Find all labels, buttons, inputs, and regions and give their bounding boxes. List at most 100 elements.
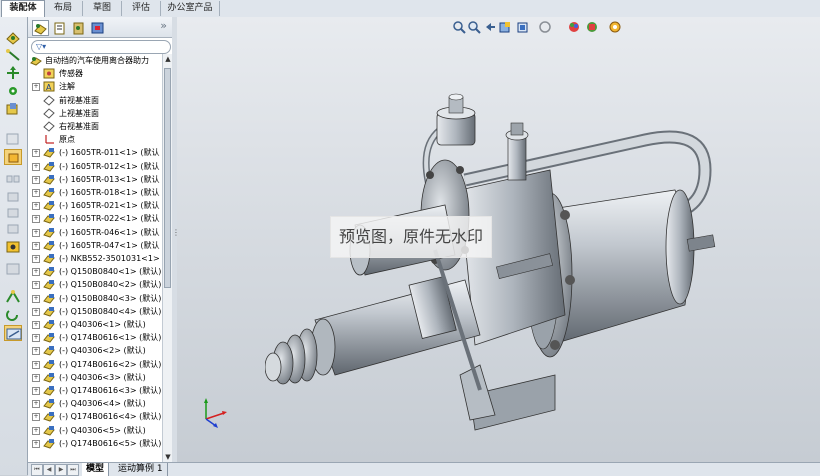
tree-root[interactable]: 自动挡的汽车使用离合器助力 [28,54,162,67]
last-tab-arrow-icon[interactable]: ⏭ [67,464,79,476]
tree-item[interactable]: + (-) NKB552-3501031<1> < [28,252,162,265]
tree-item[interactable]: + (-) 1605TR-012<1> (默认 [28,160,162,173]
move-component-icon[interactable] [4,65,22,81]
scroll-thumb[interactable] [164,68,171,288]
tab-office-products[interactable]: 办公室产品 [161,1,220,16]
rotate-component-icon[interactable] [4,307,22,323]
expand-toggle-icon[interactable]: + [32,189,40,197]
apply-scene-icon[interactable] [585,20,599,34]
tree-item[interactable]: + (-) Q174B0616<4> (默认) [28,410,162,423]
tree-item[interactable]: 传感器 [28,67,162,80]
expand-toggle-icon[interactable]: + [32,175,40,184]
first-tab-arrow-icon[interactable]: ⏮ [31,464,43,476]
tree-item[interactable]: 右视基准面 [28,120,162,133]
new-motion-study-icon[interactable] [4,239,22,255]
filter-input[interactable]: ▽▾ [31,40,171,54]
dimxpert-icon[interactable] [89,20,106,36]
hide-components-icon[interactable] [4,189,22,205]
expand-toggle-icon[interactable]: + [32,162,40,171]
tab-assembly[interactable]: 装配体 [1,0,45,18]
expand-toggle-icon[interactable]: + [32,255,40,263]
expand-toggle-icon[interactable]: + [32,360,40,369]
expand-toggle-icon[interactable]: + [32,387,40,395]
mate-icon[interactable] [4,47,22,63]
tab-sketch[interactable]: 草图 [83,1,122,16]
explode-view-icon[interactable] [4,149,22,165]
tree-item[interactable]: + (-) Q150B0840<3> (默认) [28,292,162,305]
tree-item[interactable]: 原点 [28,133,162,146]
expand-toggle-icon[interactable]: + [32,83,40,92]
tree-item[interactable]: 上视基准面 [28,107,162,120]
expand-toggle-icon[interactable]: + [32,400,40,409]
feature-manager-icon[interactable] [32,20,49,36]
expand-toggle-icon[interactable]: + [32,268,40,277]
property-manager-icon[interactable] [51,20,68,36]
expand-toggle-icon[interactable]: + [32,426,40,435]
previous-view-icon[interactable] [483,20,497,34]
tab-evaluate[interactable]: 评估 [122,1,161,16]
insert-components-icon[interactable] [4,29,22,45]
expand-toggle-icon[interactable]: + [32,202,40,211]
tree-item[interactable]: + (-) Q174B0616<2> (默认) [28,358,162,371]
tree-item[interactable]: + (-) Q40306<2> (默认) [28,344,162,357]
expand-toggle-icon[interactable]: + [32,241,40,250]
previous-tab-arrow-icon[interactable]: ◀ [43,464,55,476]
edit-appearance-icon[interactable] [567,20,581,34]
view-orientation-icon[interactable] [516,20,530,34]
reference-geometry-icon[interactable] [4,131,22,147]
tab-motion-study[interactable]: 运动算例 1 [114,463,168,476]
expand-toggle-icon[interactable]: + [32,321,40,329]
section-view-icon[interactable] [498,20,512,34]
graphics-area[interactable]: 预览图，原件无水印 [177,17,820,462]
instant3d-icon[interactable] [4,289,22,305]
zoom-to-area-icon[interactable] [467,20,481,34]
assembly-features-icon[interactable] [4,101,22,117]
tree-item[interactable]: + (-) 1605TR-021<1> (默认 [28,199,162,212]
tree-item[interactable]: + A 注解 [28,80,162,93]
tab-layout[interactable]: 布局 [44,1,83,16]
tree-item[interactable]: + (-) 1605TR-013<1> (默认 [28,173,162,186]
expand-toggle-icon[interactable]: + [32,294,40,303]
expand-toggle-icon[interactable]: + [32,215,40,224]
tree-item[interactable]: + (-) 1605TR-046<1> (默认 [28,226,162,239]
view-settings-icon[interactable] [608,20,622,34]
expand-toggle-icon[interactable]: + [32,373,40,382]
tree-item[interactable]: + (-) 1605TR-022<1> (默认 [28,212,162,225]
tree-item[interactable]: + (-) 1605TR-011<1> (默认 [28,146,162,159]
expand-toggle-icon[interactable]: + [32,281,40,290]
tree-item[interactable]: + (-) Q150B0840<1> (默认) [28,265,162,278]
tree-item[interactable]: + (-) Q40306<1> (默认) [28,318,162,331]
tree-item[interactable]: + (-) Q174B0616<5> (默认) [28,437,162,450]
tree-item[interactable]: 前视基准面 [28,94,162,107]
tree-item[interactable]: + (-) Q40306<4> (默认) [28,397,162,410]
expand-toggle-icon[interactable]: + [32,228,40,237]
more-tabs-button[interactable]: » [160,19,167,32]
zoom-to-fit-icon[interactable] [452,20,466,34]
next-tab-arrow-icon[interactable]: ▶ [55,464,67,476]
tree-item-label: (-) Q174B0616<1> (默认) [59,333,162,343]
interference-icon[interactable] [4,221,22,237]
linear-pattern-icon[interactable] [4,171,22,187]
expand-toggle-icon[interactable]: + [32,413,40,422]
configuration-manager-icon[interactable] [70,20,87,36]
bill-of-materials-icon[interactable] [4,261,22,277]
tree-item[interactable]: + (-) Q150B0840<2> (默认) [28,278,162,291]
expand-toggle-icon[interactable]: + [32,347,40,356]
tree-item-label: (-) Q174B0616<5> (默认) [59,438,162,448]
tree-item[interactable]: + (-) Q150B0840<4> (默认) [28,305,162,318]
tree-item[interactable]: + (-) Q174B0616<1> (默认) [28,331,162,344]
expand-toggle-icon[interactable]: + [32,439,40,448]
tree-item[interactable]: + (-) 1605TR-047<1> (默认 [28,239,162,252]
tab-model[interactable]: 模型 [82,463,110,476]
tree-item[interactable]: + (-) Q40306<5> (默认) [28,424,162,437]
edit-component-icon[interactable] [4,205,22,221]
tree-item[interactable]: + (-) Q40306<3> (默认) [28,371,162,384]
expand-toggle-icon[interactable]: + [32,334,40,343]
expand-toggle-icon[interactable]: + [32,149,40,158]
tree-item[interactable]: + (-) 1605TR-018<1> (默认 [28,186,162,199]
smart-fasteners-icon[interactable] [4,83,22,99]
tree-item[interactable]: + (-) Q174B0616<3> (默认) [28,384,162,397]
sketch-icon[interactable] [4,325,22,341]
expand-toggle-icon[interactable]: + [32,307,40,316]
display-style-icon[interactable] [538,20,552,34]
